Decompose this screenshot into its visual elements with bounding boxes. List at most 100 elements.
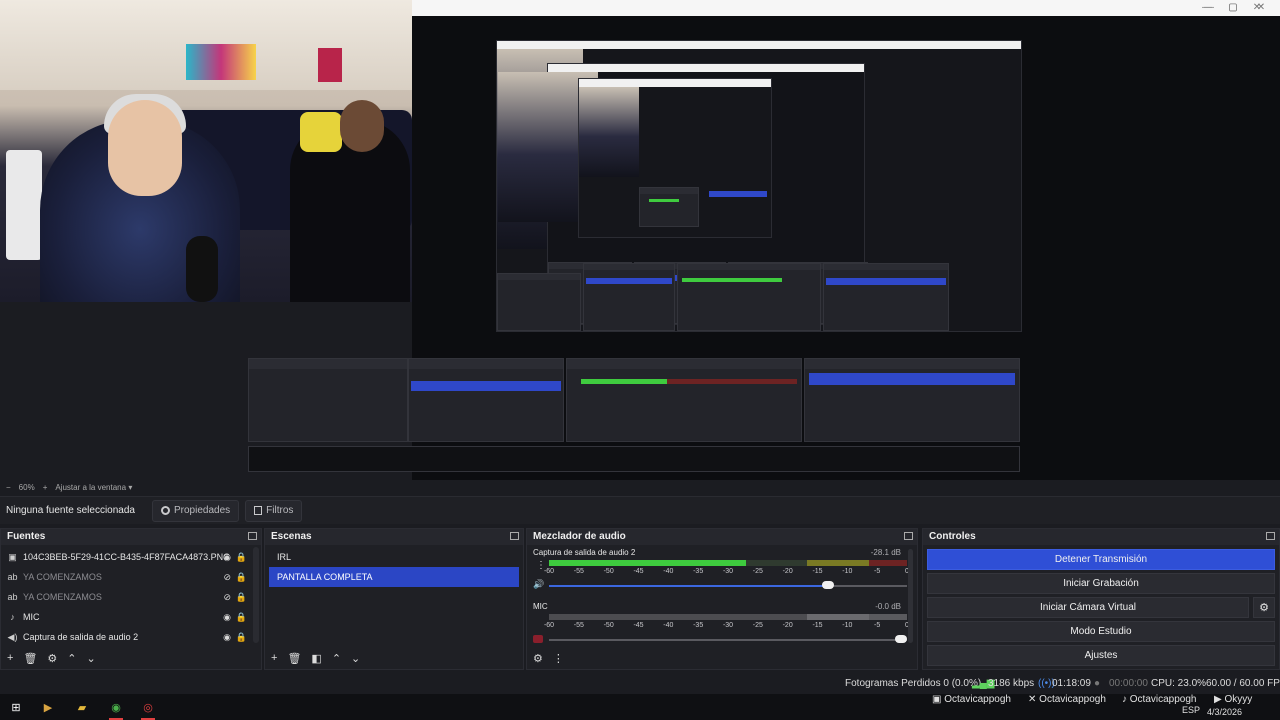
speaker-icon[interactable]: 🔊 [533,579,544,590]
mixer-scrollbar[interactable] [908,549,913,643]
eye-icon[interactable]: ◉ [223,612,231,623]
meter-tick-label: -5 [874,622,881,629]
meter-tick-label: -40 [663,622,674,629]
close-button[interactable]: ✕ [1252,2,1270,13]
windows-start-icon[interactable]: ⊞ [8,699,24,715]
meter-tick-label: -10 [842,622,853,629]
volume-slider[interactable] [549,635,907,643]
text-icon: ab [7,592,18,602]
meter-ticks: -60 -55 -50 -45 -40 -35 -30 -25 -20 -15 -10 -5 0 [544,568,917,578]
gear-icon[interactable]: ⚙ [47,652,57,665]
lock-icon[interactable]: 🔒 [236,612,247,623]
meter-tick-label: -30 [722,568,734,575]
add-icon[interactable]: + [7,652,13,664]
source-item[interactable]: ▣ 104C3BEB-5F29-41CC-B435-4F87FACA4873.P… [1,547,261,567]
eye-hidden-icon[interactable]: ⊘ [223,592,231,603]
source-item[interactable]: ab YA COMENZAMOS ⊘ 🔒 [1,567,261,587]
eye-icon[interactable]: ◉ [223,632,231,643]
meter-tick-label: -55 [573,568,584,575]
studio-mode-button[interactable]: Modo Estudio [927,621,1275,642]
maximize-button[interactable]: ▢ [1224,2,1242,13]
source-item[interactable]: ab YA COMENZAMOS ⊘ 🔒 [1,587,261,607]
zoom-out-button[interactable]: − [6,483,11,492]
channel-name: Captura de salida de audio 2 [533,548,636,557]
lock-icon[interactable]: 🔒 [236,632,247,643]
preview-canvas[interactable]: — ▢ ✕ [0,0,1280,480]
trash-icon[interactable]: 🗑 [287,652,301,665]
gear-icon[interactable]: ⚙ [533,652,543,665]
settings-button[interactable]: Ajustes [927,645,1275,666]
channel-db: -28.1 dB [870,548,901,557]
filter-icon[interactable]: ◧ [311,652,321,665]
minimize-button[interactable]: — [1198,2,1216,13]
muted-speaker-icon[interactable] [533,635,543,643]
scenes-title: Escenas [265,529,523,545]
undock-icon[interactable] [248,532,257,540]
zoom-bar: − 60% + Ajustar a la ventana ▾ [0,480,1280,494]
volume-meter [549,560,907,566]
controls-title: Controles [923,529,1279,545]
properties-button[interactable]: Propiedades [152,499,240,522]
meter-tick-label: -45 [633,622,644,629]
obs-icon[interactable]: ◎ [140,699,156,715]
meter-tick-label: -20 [782,622,793,629]
undock-icon[interactable] [1266,532,1275,540]
undock-icon[interactable] [904,532,913,540]
sources-scrollbar[interactable] [253,547,259,643]
start-virtual-camera-button[interactable]: Iniciar Cámara Virtual [927,597,1249,618]
mixer-channel: Captura de salida de audio 2 -28.1 dB ⋮ … [527,547,911,597]
eye-hidden-icon[interactable]: ⊘ [223,572,231,583]
webcam-feed [0,0,412,302]
filter-icon [254,506,263,515]
speaker-icon: ◀) [7,631,18,642]
gear-icon: ⚙ [1259,602,1269,614]
source-item[interactable]: ◀) Captura de salida de audio 2 ◉ 🔒 [1,627,261,647]
lock-icon[interactable]: 🔒 [236,572,247,583]
dropped-frames: Fotogramas Perdidos 0 (0.0%) [845,678,982,689]
meter-tick-label: -50 [603,622,614,629]
menu-dots-icon[interactable]: ⋮ [553,652,564,665]
undock-icon[interactable] [510,532,519,540]
trash-icon[interactable]: 🗑 [23,652,37,665]
scene-item-irl[interactable]: IRL [269,547,519,567]
overlay-user-3: ♪ Octavicappogh [1122,694,1197,705]
folder-icon[interactable]: ▰ [74,699,90,715]
meter-tick-label: -5 [874,568,881,575]
language-indicator[interactable]: ESP [1182,705,1200,715]
mixer-toolbar: ⚙ ⋮ [527,647,917,669]
fps: 60.00 / 60.00 FPS [1206,678,1280,689]
volume-slider[interactable] [549,581,907,589]
meter-tick-label: -35 [693,568,704,575]
record-time: 00:00:00 [1109,678,1148,689]
filters-button[interactable]: Filtros [245,499,303,522]
sources-toolbar: + 🗑 ⚙ ⌃ ⌄ [1,647,261,669]
chrome-icon[interactable]: ◉ [108,699,124,715]
chevron-down-icon[interactable]: ⌄ [87,652,96,665]
bitrate: 3186 kbps [988,678,1035,689]
mixer-title: Mezclador de audio [527,529,917,545]
eye-icon[interactable]: ◉ [223,552,231,563]
zoom-fit-dropdown[interactable]: Ajustar a la ventana ▾ [55,483,132,492]
mic-icon: ♪ [10,612,15,622]
stop-streaming-button[interactable]: Detener Transmisión [927,549,1275,570]
audio-mixer-dock: Mezclador de audio Captura de salida de … [526,528,918,670]
source-item[interactable]: ♪ MIC ◉ 🔒 [1,607,261,627]
date[interactable]: 4/3/2026 [1207,707,1242,717]
meter-tick-label: -15 [812,568,823,575]
gear-icon [161,506,170,515]
start-recording-button[interactable]: Iniciar Grabación [927,573,1275,594]
chevron-down-icon[interactable]: ⌄ [351,652,360,665]
lock-icon[interactable]: 🔒 [236,592,247,603]
media-app-icon[interactable]: ▶ [40,699,56,715]
scene-item-pantalla-completa[interactable]: PANTALLA COMPLETA [269,567,519,587]
overlay-user-2: ✕ Octavicappogh [1028,694,1106,705]
channel-name: MIC [533,602,548,611]
lock-icon[interactable]: 🔒 [236,552,247,563]
add-icon[interactable]: + [271,652,277,664]
chevron-up-icon[interactable]: ⌃ [67,652,76,665]
chevron-up-icon[interactable]: ⌃ [332,652,341,665]
channel-db: -0.0 dB [875,602,901,611]
zoom-in-button[interactable]: + [43,483,48,492]
overlay-user-1: ▣ Octavicappogh [932,694,1011,705]
virtual-camera-settings-button[interactable]: ⚙ [1253,597,1275,618]
